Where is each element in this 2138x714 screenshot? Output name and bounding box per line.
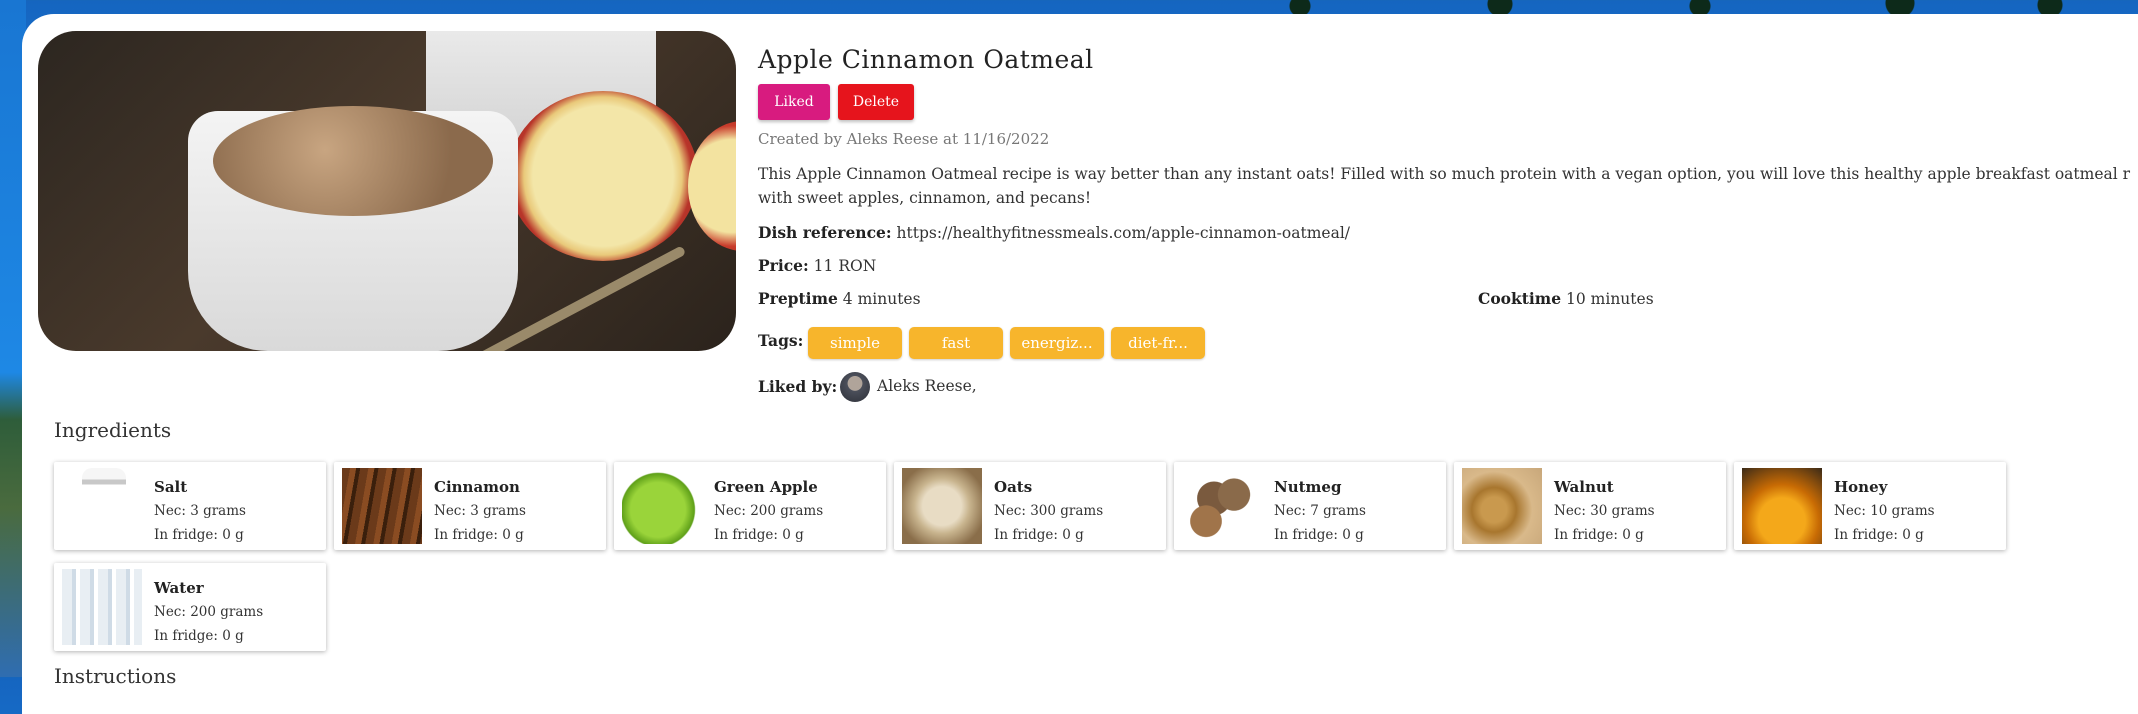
ingredient-needed: Nec: 200 grams (714, 503, 824, 519)
liked-by-label: Liked by: (758, 377, 838, 396)
created-by-text: Created by Aleks Reese at 11/16/2022 (758, 130, 1050, 148)
ingredient-name: Salt (154, 478, 188, 496)
ingredient-name: Water (154, 579, 204, 597)
ingredient-name: Oats (994, 478, 1033, 496)
walnut-image (1462, 468, 1542, 544)
recipe-description: This Apple Cinnamon Oatmeal recipe is wa… (758, 162, 2131, 210)
description-line-1: This Apple Cinnamon Oatmeal recipe is wa… (758, 165, 2131, 183)
tag-chip[interactable]: fast (909, 327, 1003, 359)
avatar[interactable] (840, 372, 870, 402)
ingredient-card-nutmeg[interactable]: Nutmeg Nec: 7 grams In fridge: 0 g (1174, 462, 1446, 550)
salt-shaker-image (82, 468, 126, 544)
cooktime-row: Cooktime 10 minutes (1478, 289, 1654, 308)
preptime-label: Preptime (758, 289, 838, 308)
ingredient-needed: Nec: 300 grams (994, 503, 1104, 519)
preptime-value: 4 minutes (842, 290, 921, 308)
description-line-2: with sweet apples, cinnamon, and pecans! (758, 189, 1092, 207)
ingredient-needed: Nec: 3 grams (154, 503, 246, 519)
price-label: Price: (758, 256, 809, 275)
ingredient-in-fridge: In fridge: 0 g (154, 527, 244, 543)
oats-image (902, 468, 982, 544)
cooktime-label: Cooktime (1478, 289, 1562, 308)
ingredient-card-oats[interactable]: Oats Nec: 300 grams In fridge: 0 g (894, 462, 1166, 550)
tag-chip[interactable]: diet-fr... (1111, 327, 1205, 359)
ingredient-needed: Nec: 3 grams (434, 503, 526, 519)
ingredient-card-salt[interactable]: Salt Nec: 3 grams In fridge: 0 g (54, 462, 326, 550)
recipe-title: Apple Cinnamon Oatmeal (758, 45, 1094, 74)
ingredients-heading: Ingredients (54, 418, 172, 442)
price-value: 11 RON (813, 257, 877, 275)
honey-image (1742, 468, 1822, 544)
ingredient-needed: Nec: 200 grams (154, 604, 264, 620)
dish-reference-link[interactable]: https://healthyfitnessmeals.com/apple-ci… (897, 224, 1350, 242)
ingredient-card-green-apple[interactable]: Green Apple Nec: 200 grams In fridge: 0 … (614, 462, 886, 550)
ingredient-in-fridge: In fridge: 0 g (1834, 527, 1924, 543)
dish-reference-label: Dish reference: (758, 223, 892, 242)
ingredient-card-cinnamon[interactable]: Cinnamon Nec: 3 grams In fridge: 0 g (334, 462, 606, 550)
liked-by-user[interactable]: Aleks Reese, (877, 377, 977, 395)
ingredient-needed: Nec: 7 grams (1274, 503, 1366, 519)
green-apple-image (622, 468, 702, 544)
ingredient-needed: Nec: 10 grams (1834, 503, 1935, 519)
ingredient-name: Walnut (1554, 478, 1614, 496)
dish-reference-row: Dish reference: https://healthyfitnessme… (758, 223, 1350, 242)
delete-button[interactable]: Delete (838, 84, 914, 120)
water-bottles-image (62, 569, 142, 645)
ingredient-card-water[interactable]: Water Nec: 200 grams In fridge: 0 g (54, 563, 326, 651)
ingredient-name: Honey (1834, 478, 1888, 496)
ingredient-name: Nutmeg (1274, 478, 1342, 496)
tag-chip[interactable]: simple (808, 327, 902, 359)
liked-button[interactable]: Liked (758, 84, 830, 120)
ingredient-card-walnut[interactable]: Walnut Nec: 30 grams In fridge: 0 g (1454, 462, 1726, 550)
ingredient-in-fridge: In fridge: 0 g (994, 527, 1084, 543)
preptime-row: Preptime 4 minutes (758, 289, 921, 308)
cinnamon-image (342, 468, 422, 544)
ingredient-in-fridge: In fridge: 0 g (1554, 527, 1644, 543)
instructions-heading: Instructions (54, 664, 177, 688)
recipe-hero-image (38, 31, 736, 351)
cooktime-value: 10 minutes (1566, 290, 1654, 308)
ingredient-in-fridge: In fridge: 0 g (714, 527, 804, 543)
ingredient-needed: Nec: 30 grams (1554, 503, 1655, 519)
ingredient-in-fridge: In fridge: 0 g (434, 527, 524, 543)
ingredient-in-fridge: In fridge: 0 g (1274, 527, 1364, 543)
ingredient-in-fridge: In fridge: 0 g (154, 628, 244, 644)
ingredient-name: Cinnamon (434, 478, 520, 496)
price-row: Price: 11 RON (758, 256, 876, 275)
ingredient-card-honey[interactable]: Honey Nec: 10 grams In fridge: 0 g (1734, 462, 2006, 550)
tag-chip[interactable]: energiz... (1010, 327, 1104, 359)
nutmeg-image (1182, 468, 1262, 544)
tags-label: Tags: (758, 331, 804, 350)
ingredient-name: Green Apple (714, 478, 818, 496)
